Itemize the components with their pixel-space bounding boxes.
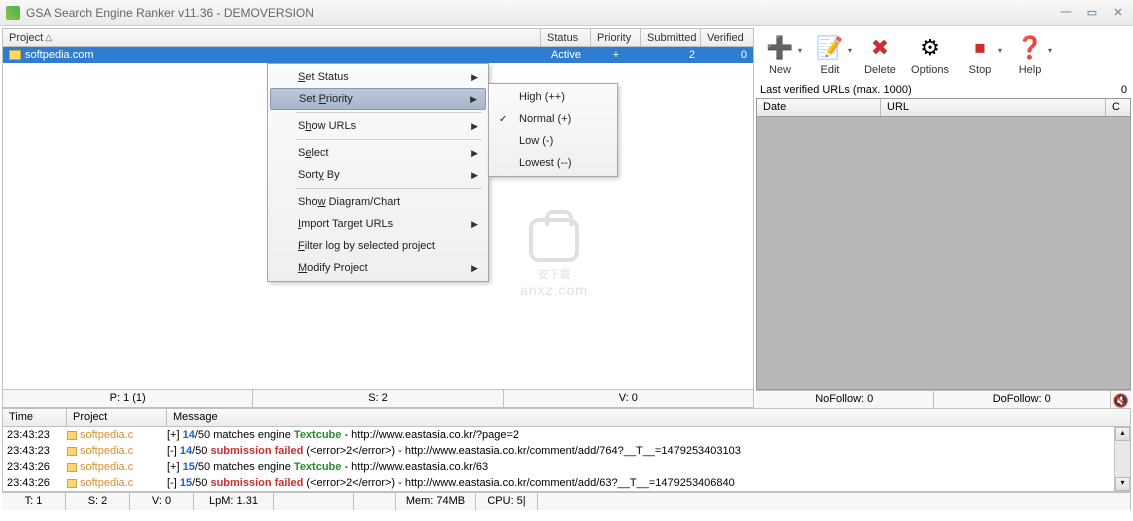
status-s: S: 2	[66, 493, 130, 510]
status-blank	[274, 493, 354, 510]
log-header: Time Project Message	[3, 409, 1130, 427]
verified-label: Last verified URLs (max. 1000) 0	[756, 82, 1131, 98]
project-name: softpedia.com	[25, 49, 93, 61]
log-row[interactable]: 23:43:23softpedia.c[-] 14/50 submission …	[3, 443, 1114, 459]
stop-button[interactable]: ⏹Stop▾	[956, 30, 1004, 80]
stat-s: S: 2	[253, 390, 503, 407]
projects-body: SSet Statuset Status▶ Set Priority▶ Show…	[3, 63, 753, 389]
stat-p: P: 1 (1)	[3, 390, 253, 407]
status-lpm: LpM: 1.31	[194, 493, 274, 510]
col-message[interactable]: Message	[167, 409, 1130, 426]
project-verified: 0	[701, 47, 753, 63]
scroll-up-icon[interactable]: ▴	[1115, 427, 1130, 441]
col-date[interactable]: Date	[757, 99, 881, 116]
menu-show-urls[interactable]: Show URLs▶	[270, 115, 486, 137]
status-mem: Mem: 74MB	[396, 493, 476, 510]
toolbar: ➕New▾ 📝Edit▾ ✖Delete ⚙Options ⏹Stop▾ ❓He…	[756, 28, 1131, 82]
stat-dofollow: DoFollow: 0	[934, 391, 1112, 408]
help-button[interactable]: ❓Help▾	[1006, 30, 1054, 80]
submenu-high[interactable]: High (++)	[491, 86, 615, 108]
col-url[interactable]: URL	[881, 99, 1106, 116]
right-pane: ➕New▾ 📝Edit▾ ✖Delete ⚙Options ⏹Stop▾ ❓He…	[756, 28, 1131, 408]
projects-pane: Project△ Status Priority Submitted Verif…	[2, 28, 754, 408]
project-status: Active	[541, 47, 591, 63]
menu-separator	[296, 112, 482, 113]
col-time[interactable]: Time	[3, 409, 67, 426]
menu-set-priority[interactable]: Set Priority▶	[270, 88, 486, 110]
menu-set-status[interactable]: SSet Statuset Status▶	[270, 66, 486, 88]
log-body: 23:43:23softpedia.c[+] 14/50 matches eng…	[3, 427, 1114, 491]
menu-import-target[interactable]: Import Target URLs▶	[270, 213, 486, 235]
status-cpu: CPU: 5|	[476, 493, 538, 510]
project-row[interactable]: softpedia.com Active + 2 0	[3, 47, 753, 63]
x-icon: ✖	[866, 34, 894, 62]
app-icon	[6, 6, 20, 20]
log-scrollbar[interactable]: ▴ ▾	[1114, 427, 1130, 491]
edit-button[interactable]: 📝Edit▾	[806, 30, 854, 80]
maximize-button[interactable]: ▭	[1083, 6, 1101, 20]
status-rest	[538, 493, 1131, 510]
new-button[interactable]: ➕New▾	[756, 30, 804, 80]
close-button[interactable]: ✕	[1109, 6, 1127, 20]
menu-sort-by[interactable]: Sorty By▶	[270, 164, 486, 186]
col-submitted[interactable]: Submitted	[641, 29, 701, 46]
menu-show-diagram[interactable]: Show Diagram/Chart	[270, 191, 486, 213]
stop-icon: ⏹	[966, 34, 994, 62]
log-row[interactable]: 23:43:26softpedia.c[+] 15/50 matches eng…	[3, 459, 1114, 475]
window-title: GSA Search Engine Ranker v11.36 - DEMOVE…	[26, 6, 1057, 20]
projects-header: Project△ Status Priority Submitted Verif…	[3, 29, 753, 47]
col-log-project[interactable]: Project	[67, 409, 167, 426]
status-t: T: 1	[2, 493, 66, 510]
gear-icon: ⚙	[916, 34, 944, 62]
menu-modify-project[interactable]: Modify Project▶	[270, 257, 486, 279]
log-row[interactable]: 23:43:23softpedia.c[+] 14/50 matches eng…	[3, 427, 1114, 443]
col-verified[interactable]: Verified	[701, 29, 753, 46]
menu-select[interactable]: Select▶	[270, 142, 486, 164]
help-icon: ❓	[1016, 34, 1044, 62]
delete-button[interactable]: ✖Delete	[856, 30, 904, 80]
folder-icon	[9, 50, 21, 60]
left-stats: P: 1 (1) S: 2 V: 0	[3, 389, 753, 407]
title-bar: GSA Search Engine Ranker v11.36 - DEMOVE…	[0, 0, 1133, 26]
priority-submenu: High (++) ✓Normal (+) Low (-) Lowest (--…	[488, 83, 618, 177]
pencil-icon: 📝	[816, 34, 844, 62]
col-priority[interactable]: Priority	[591, 29, 641, 46]
log-row[interactable]: 23:43:26softpedia.c[-] 15/50 submission …	[3, 475, 1114, 491]
status-bar: T: 1 S: 2 V: 0 LpM: 1.31 Mem: 74MB CPU: …	[2, 492, 1131, 510]
submenu-lowest[interactable]: Lowest (--)	[491, 152, 615, 174]
scroll-down-icon[interactable]: ▾	[1115, 477, 1130, 491]
options-button[interactable]: ⚙Options	[906, 30, 954, 80]
menu-separator	[296, 188, 482, 189]
project-priority: +	[591, 47, 641, 63]
url-header: Date URL C	[757, 99, 1130, 117]
status-v: V: 0	[130, 493, 194, 510]
url-grid: Date URL C	[756, 98, 1131, 390]
submenu-low[interactable]: Low (-)	[491, 130, 615, 152]
menu-filter-log[interactable]: Filter log by selected project	[270, 235, 486, 257]
menu-separator	[296, 139, 482, 140]
stat-v: V: 0	[504, 390, 753, 407]
col-project[interactable]: Project△	[3, 29, 541, 46]
speaker-icon[interactable]: 🔇	[1111, 391, 1131, 408]
right-stats: NoFollow: 0 DoFollow: 0 🔇	[756, 390, 1131, 408]
col-c[interactable]: C	[1106, 99, 1130, 116]
context-menu: SSet Statuset Status▶ Set Priority▶ Show…	[267, 63, 489, 282]
project-submitted: 2	[641, 47, 701, 63]
col-status[interactable]: Status	[541, 29, 591, 46]
submenu-normal[interactable]: ✓Normal (+)	[491, 108, 615, 130]
minimize-button[interactable]: —	[1057, 6, 1075, 20]
log-pane: Time Project Message 23:43:23softpedia.c…	[2, 408, 1131, 492]
plus-icon: ➕	[766, 34, 794, 62]
stat-nofollow: NoFollow: 0	[756, 391, 934, 408]
status-blank2	[354, 493, 396, 510]
